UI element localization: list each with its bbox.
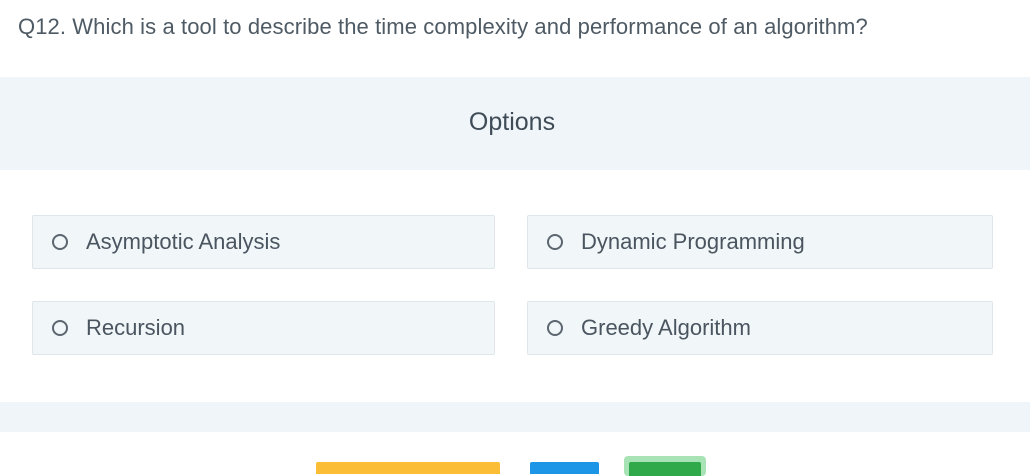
option-recursion[interactable]: Recursion	[32, 301, 495, 355]
green-action-button[interactable]	[629, 462, 701, 476]
options-title: Options	[468, 108, 556, 136]
option-dynamic-programming[interactable]: Dynamic Programming	[527, 215, 993, 269]
yellow-action-button[interactable]	[316, 462, 500, 474]
option-label: Greedy Algorithm	[581, 315, 751, 340]
blue-action-button[interactable]	[530, 462, 599, 474]
question-text: Q12. Which is a tool to describe the tim…	[18, 14, 868, 39]
option-asymptotic-analysis[interactable]: Asymptotic Analysis	[32, 215, 495, 269]
option-label: Asymptotic Analysis	[86, 229, 281, 254]
radio-button[interactable]	[547, 234, 563, 250]
radio-button[interactable]	[52, 234, 68, 250]
option-label: Recursion	[86, 315, 186, 340]
option-greedy-algorithm[interactable]: Greedy Algorithm	[527, 301, 993, 355]
green-action-button-focus-ring[interactable]	[624, 456, 706, 476]
bottom-band	[0, 402, 1030, 432]
radio-button[interactable]	[52, 320, 68, 336]
radio-button[interactable]	[547, 320, 563, 336]
option-label: Dynamic Programming	[581, 229, 805, 254]
